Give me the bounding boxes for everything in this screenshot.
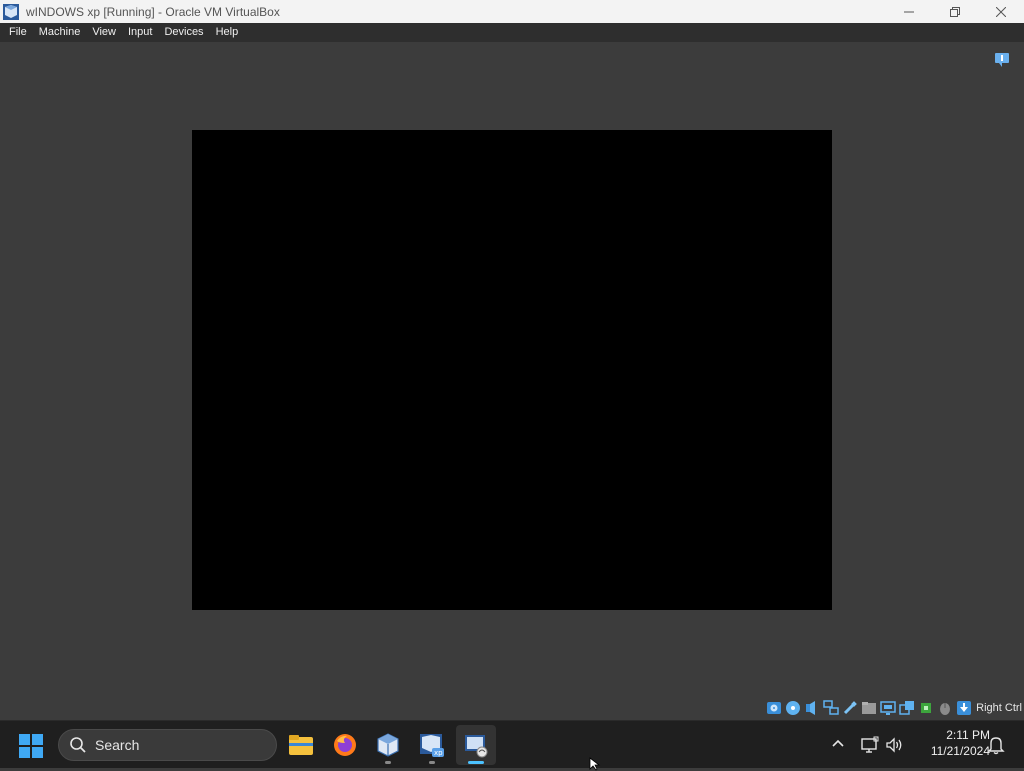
vm-display-area: Right Ctrl	[0, 42, 1024, 720]
mouse-integration-icon[interactable]	[937, 700, 953, 716]
hard-disk-icon[interactable]	[766, 700, 782, 716]
keyboard-icon[interactable]	[956, 700, 972, 716]
shared-folders-icon[interactable]	[861, 700, 877, 716]
firefox-icon	[334, 734, 356, 756]
menu-view[interactable]: View	[86, 23, 122, 42]
vm-guest-screen[interactable]	[192, 130, 832, 610]
volume-icon[interactable]	[884, 735, 904, 755]
menu-input[interactable]: Input	[122, 23, 158, 42]
virtualbox-icon	[377, 733, 399, 757]
restore-icon	[950, 6, 960, 17]
notification-bell-icon[interactable]	[987, 735, 1005, 755]
virtualbox-app-icon	[3, 3, 19, 20]
host-key-label: Right Ctrl	[976, 702, 1022, 714]
recording-icon[interactable]	[899, 700, 915, 716]
taskbar-app-virtualbox-vm-window[interactable]	[456, 725, 496, 765]
search-label: Search	[95, 737, 140, 753]
vm-status-bar: Right Ctrl	[766, 698, 1024, 718]
menu-devices[interactable]: Devices	[158, 23, 209, 42]
windows-xp-vm-icon: xp	[420, 734, 444, 757]
virtualbox-vm-window-icon	[465, 735, 488, 758]
clock-time: 2:11 PM	[946, 728, 990, 742]
optical-drive-icon[interactable]	[785, 700, 801, 716]
menu-help[interactable]: Help	[210, 23, 245, 42]
svg-text:xp: xp	[434, 749, 443, 757]
minimize-icon	[904, 11, 914, 12]
menu-file[interactable]: File	[3, 23, 33, 42]
window-title: wINDOWS xp [Running] - Oracle VM Virtual…	[26, 4, 280, 19]
system-clock[interactable]: 2:11 PM 11/21/2024	[910, 727, 990, 759]
active-indicator	[468, 761, 484, 764]
clock-date: 11/21/2024	[930, 744, 990, 758]
mouse-cursor-icon	[589, 757, 601, 771]
close-icon	[996, 6, 1006, 17]
menu-bar: File Machine View Input Devices Help	[0, 23, 1024, 42]
search-icon	[70, 737, 86, 753]
running-indicator	[385, 761, 391, 764]
start-icon[interactable]	[18, 733, 44, 759]
network-icon[interactable]	[823, 700, 839, 716]
network-status-icon[interactable]	[860, 735, 880, 755]
chevron-up-icon[interactable]	[829, 735, 847, 753]
window-titlebar[interactable]: wINDOWS xp [Running] - Oracle VM Virtual…	[0, 0, 1024, 23]
minimize-button[interactable]	[886, 0, 932, 23]
file-explorer-icon	[289, 735, 313, 755]
close-button[interactable]	[978, 0, 1024, 23]
audio-icon[interactable]	[804, 700, 820, 716]
taskbar-search[interactable]: Search	[58, 729, 277, 761]
display-icon[interactable]	[880, 700, 896, 716]
taskbar-app-file-explorer[interactable]	[281, 725, 321, 765]
running-indicator	[429, 761, 435, 764]
taskbar-app-virtualbox[interactable]	[368, 725, 408, 765]
cpu-icon[interactable]	[918, 700, 934, 716]
taskbar-app-windows-xp-vm[interactable]: xp	[412, 725, 452, 765]
taskbar-app-firefox[interactable]	[325, 725, 365, 765]
notification-center-icon[interactable]	[994, 52, 1010, 68]
taskbar: Search xp 2:11 PM 11/21/2024	[0, 720, 1024, 768]
usb-icon[interactable]	[842, 700, 858, 716]
restore-button[interactable]	[932, 0, 978, 23]
menu-machine[interactable]: Machine	[33, 23, 87, 42]
